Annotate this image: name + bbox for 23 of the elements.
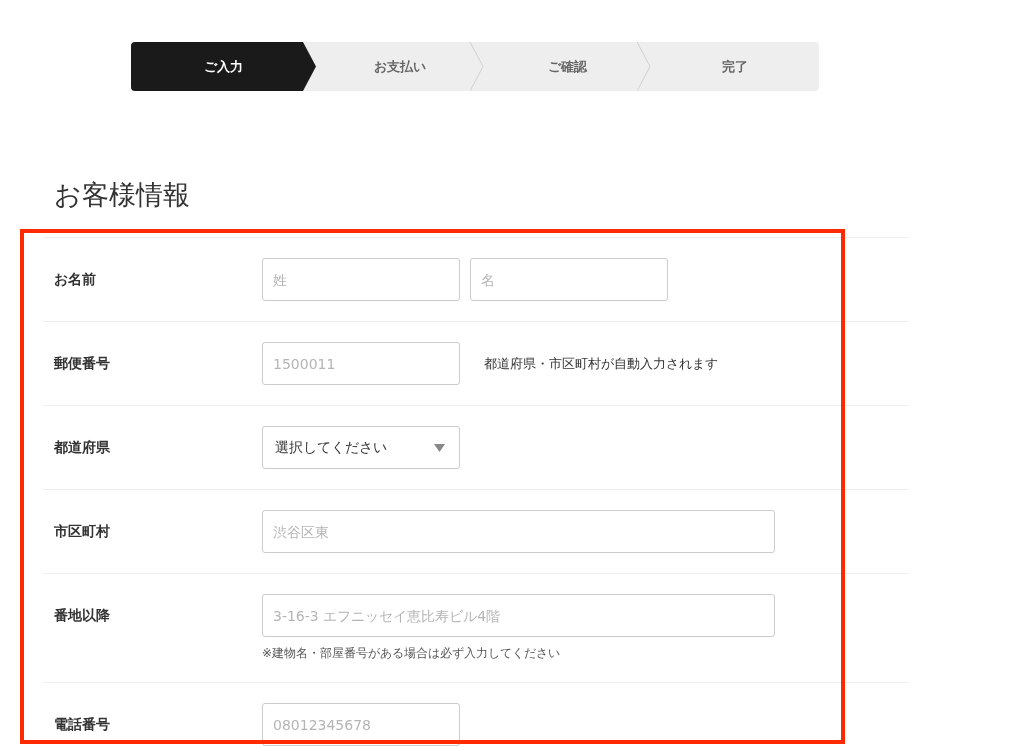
text-field[interactable]: 1500011: [262, 342, 460, 385]
step-label: 完了: [721, 57, 750, 76]
text-field[interactable]: 渋谷区東: [262, 510, 775, 553]
text-field[interactable]: 姓: [262, 258, 460, 301]
field-label: 都道府県: [53, 438, 111, 457]
step-label: ご確認: [483, 42, 652, 91]
field-label: お名前: [53, 270, 97, 289]
section-title: お客様情報: [54, 178, 191, 212]
field-label: 電話番号: [53, 715, 111, 734]
text-field[interactable]: 08012345678: [262, 703, 460, 746]
step-label: ご入力: [131, 42, 316, 91]
select-field[interactable]: 選択してください: [262, 426, 460, 469]
dropdown-arrow-icon: [434, 443, 445, 452]
field-note: 都道府県・市区町村が自動入力されます: [484, 354, 718, 373]
field-hint: ※建物名・部屋番号がある場合は必ず入力してください: [262, 645, 562, 662]
chevron-icon: [637, 42, 652, 91]
field-label: 市区町村: [53, 522, 111, 541]
text-field[interactable]: 名: [470, 258, 668, 301]
text-field[interactable]: 3-16-3 エフニッセイ恵比寿ビル4階: [262, 594, 775, 637]
step-label: お支払い: [316, 42, 484, 91]
field-label: 番地以降: [53, 606, 111, 625]
chevron-icon: [469, 42, 484, 91]
field-label: 郵便番号: [53, 354, 111, 373]
